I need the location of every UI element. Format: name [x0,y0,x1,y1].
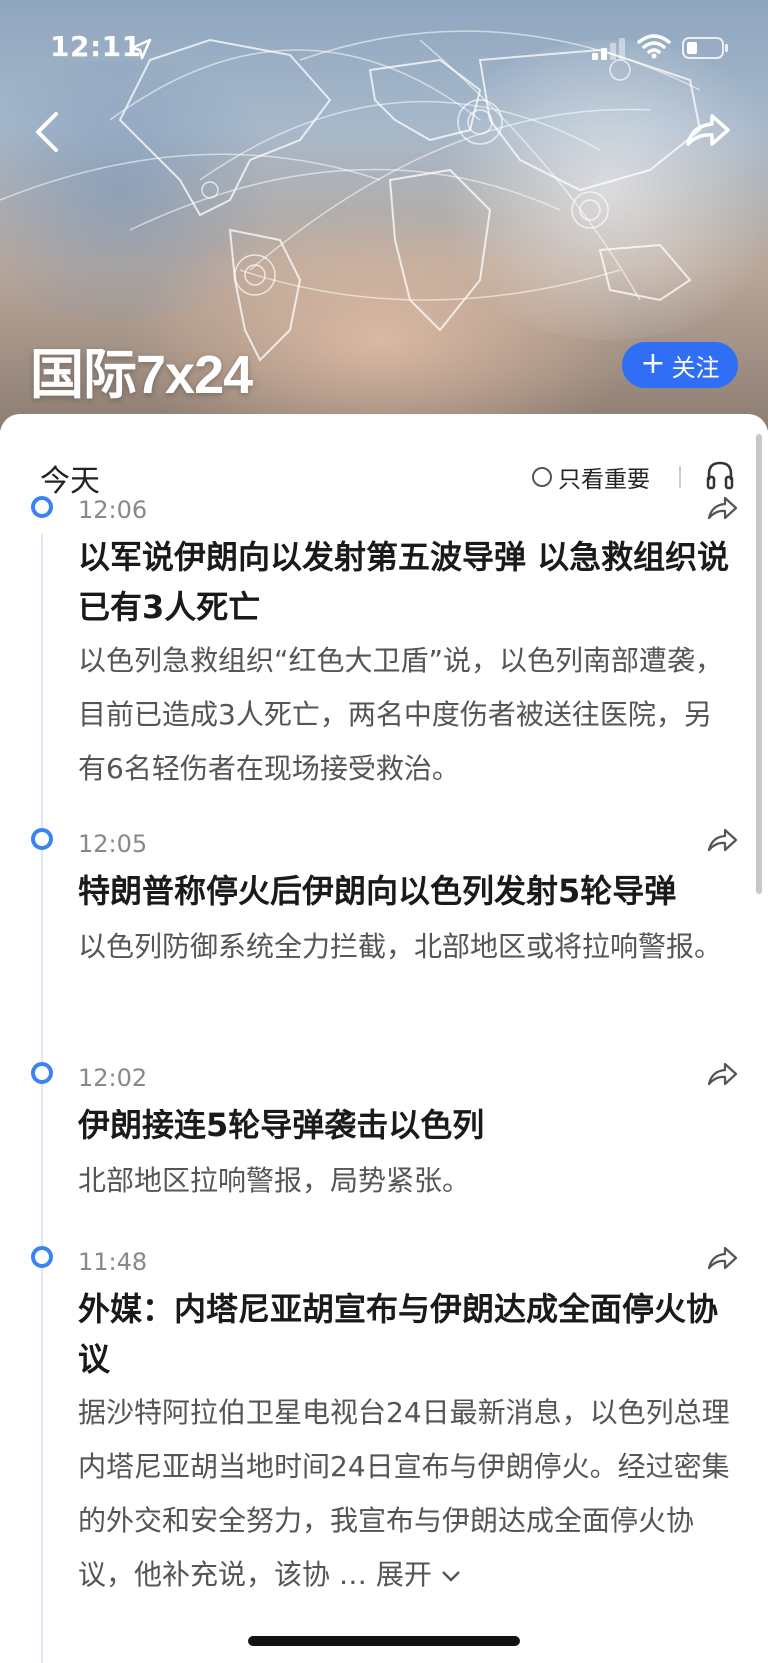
news-headline[interactable]: 外媒：内塔尼亚胡宣布与伊朗达成全面停火协议 [78,1284,738,1384]
news-summary: 北部地区拉响警报，局势紧张。 [78,1164,471,1197]
home-indicator[interactable] [248,1636,520,1646]
timeline-dot [31,1062,53,1084]
location-arrow-icon [130,38,152,60]
news-headline[interactable]: 伊朗接连5轮导弹袭击以色列 [78,1100,738,1150]
share-icon[interactable] [706,494,738,522]
follow-label: 关注 [671,353,720,382]
filter-label: 只看重要 [558,467,650,493]
status-bar: 12:11 [0,0,768,96]
share-icon[interactable] [706,826,738,854]
column-header: 12:11 国际7x24 + 关注 [0,0,768,430]
radio-circle-icon [532,467,552,487]
expand-link[interactable]: … 展开 [339,1558,461,1591]
battery-icon [682,37,728,59]
back-icon[interactable] [28,108,68,156]
news-summary: 以色列急救组织“红色大卫盾”说，以色列南部遭袭，目前已造成3人死亡，两名中度伤者… [78,644,724,785]
status-time: 12:11 [50,30,142,63]
news-headline[interactable]: 特朗普称停火后伊朗向以色列发射5轮导弹 [78,866,738,916]
day-label: 今天 [40,464,100,499]
plus-icon: + [640,345,666,381]
headphone-icon[interactable] [706,460,734,490]
chevron-down-icon [441,1571,460,1582]
divider [679,466,681,488]
share-icon[interactable] [706,1244,738,1272]
news-summary: 据沙特阿拉伯卫星电视台24日最新消息，以色列总理内塔尼亚胡当地时间24日宣布与伊… [78,1386,738,1602]
timeline-dot [31,496,53,518]
news-time: 12:06 [78,496,148,524]
news-feed: 今天 只看重要 12:06 以军说伊朗向以发射第五波导弹 以急救组织说已有3人死… [0,414,768,1663]
important-only-toggle[interactable]: 只看重要 [532,460,650,494]
column-title: 国际7x24 [30,345,253,405]
news-time: 12:05 [78,830,148,858]
news-headline[interactable]: 以军说伊朗向以发射第五波导弹 以急救组织说已有3人死亡 [78,532,738,632]
timeline-dot [31,1246,53,1268]
share-icon[interactable] [684,110,732,150]
timeline-dot [31,828,53,850]
news-time: 11:48 [78,1248,148,1276]
wifi-icon [637,34,671,59]
news-time: 12:02 [78,1064,148,1092]
expand-label: 展开 [375,1558,432,1591]
follow-button[interactable]: + 关注 [622,342,738,388]
signal-icon [592,38,625,60]
news-summary: 以色列防御系统全力拦截，北部地区或将拉响警报。 [78,930,723,963]
scrollbar[interactable] [756,434,762,894]
timeline-line [41,534,43,1663]
share-icon[interactable] [706,1060,738,1088]
